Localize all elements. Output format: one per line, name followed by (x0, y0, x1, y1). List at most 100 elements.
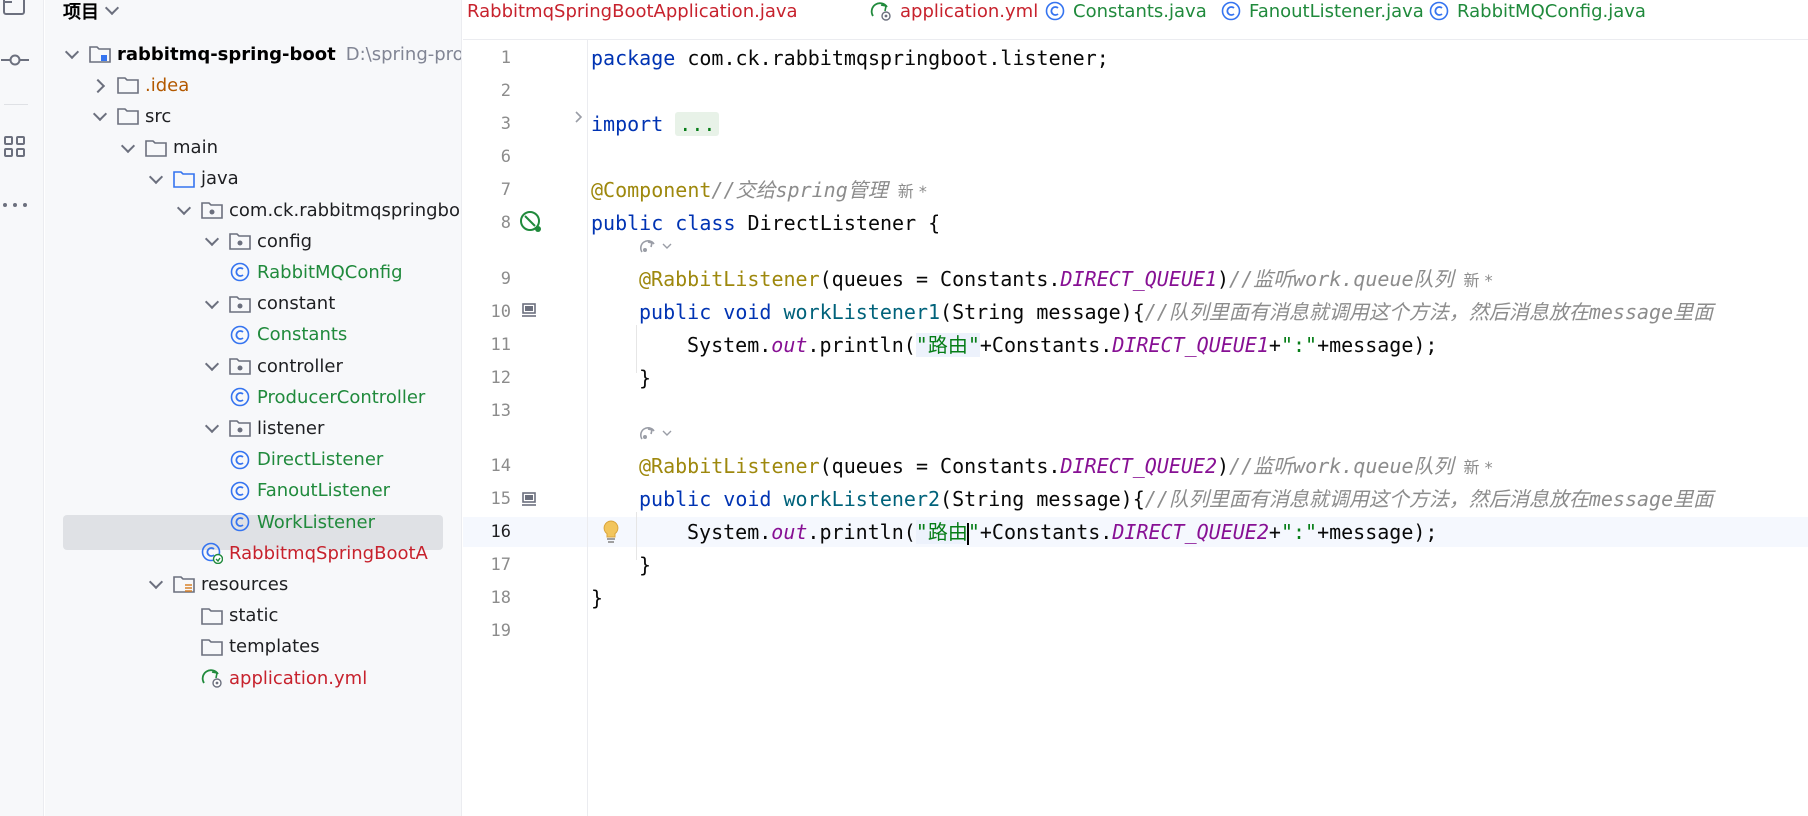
constant: DIRECT_QUEUE2 (1112, 520, 1269, 544)
line-number: 16 (490, 522, 511, 542)
code-text: System. (687, 333, 772, 357)
chevron-down-icon[interactable] (104, 0, 120, 16)
spring-boot-class-icon (201, 542, 223, 565)
editor-tab[interactable]: Constants.java (1045, 0, 1207, 22)
spring-inlay-hint[interactable] (638, 425, 672, 443)
code-line[interactable]: @RabbitListener(queues = Constants.DIREC… (639, 452, 1493, 480)
tree-item-label: WorkListener (257, 511, 376, 533)
chevron-down-icon[interactable] (149, 172, 163, 186)
constant: DIRECT_QUEUE1 (1112, 333, 1269, 357)
more-tools-icon[interactable] (0, 190, 30, 220)
keyword: public void (639, 487, 772, 511)
spring-bean-icon[interactable] (519, 210, 543, 234)
package-icon (201, 199, 223, 221)
gutter-separator (587, 40, 588, 816)
code-text: com.ck.rabbitmqspringboot.listener; (675, 46, 1109, 70)
line-number: 7 (500, 180, 511, 200)
spring-inlay-hint[interactable] (638, 238, 672, 256)
code-line[interactable]: import ... (591, 110, 720, 138)
project-view-icon[interactable] (0, 0, 30, 22)
tree-item[interactable]: application.yml (177, 660, 367, 696)
folder-icon (145, 137, 167, 159)
chevron-down-icon[interactable] (205, 359, 219, 373)
code-text: } (639, 366, 652, 390)
activity-divider (4, 104, 28, 105)
line-number: 19 (490, 621, 511, 641)
class-icon (229, 480, 251, 502)
chevron-down-icon[interactable] (65, 47, 79, 61)
line-number: 3 (500, 114, 511, 134)
code-line[interactable]: System.out.println("路由"+Constants.DIRECT… (687, 331, 1437, 359)
code-line[interactable]: package com.ck.rabbitmqspringboot.listen… (591, 44, 1109, 72)
fold-chevron-icon[interactable] (572, 110, 586, 124)
project-panel-header[interactable]: 项目 (63, 0, 120, 23)
activity-bar (0, 0, 44, 816)
field: out (771, 520, 808, 544)
editor-tab[interactable]: RabbitMQConfig.java (1429, 0, 1646, 22)
editor-tab-label: application.yml (900, 0, 1039, 22)
tree-item-label: DirectListener (257, 449, 384, 471)
chevron-down-icon[interactable] (149, 577, 163, 591)
tree-item-label: controller (257, 355, 343, 377)
code-text: +message); (1317, 520, 1438, 544)
line-number: 1 (500, 48, 511, 68)
class-icon (229, 511, 251, 533)
lightbulb-icon[interactable] (600, 519, 622, 545)
line-number: 9 (500, 269, 511, 289)
editor-tab[interactable]: FanoutListener.java (1221, 0, 1424, 22)
code-text: } (591, 586, 604, 610)
code-text: DirectListener { (735, 211, 941, 235)
chevron-down-icon[interactable] (205, 421, 219, 435)
tree-item-label: listener (257, 417, 325, 439)
code-line[interactable]: } (591, 584, 603, 612)
project-path: D:\spring-proje (345, 43, 462, 65)
chevron-down-icon[interactable] (205, 234, 219, 248)
code-line-current[interactable]: System.out.println("路由"+Constants.DIRECT… (687, 518, 1437, 546)
chevron-down-icon[interactable] (205, 297, 219, 311)
listener-method-icon[interactable] (520, 301, 538, 319)
code-line[interactable]: } (639, 364, 651, 392)
chevron-right-icon[interactable] (93, 78, 107, 92)
method-name: workListener2 (783, 487, 941, 511)
editor-tab-label: FanoutListener.java (1249, 0, 1424, 22)
class-icon (229, 449, 251, 471)
annotation: @RabbitListener (639, 454, 820, 478)
class-icon (1045, 1, 1065, 21)
line-number: 14 (490, 456, 511, 476)
commit-icon[interactable] (0, 45, 30, 75)
listener-method-icon[interactable] (520, 490, 538, 508)
structure-icon[interactable] (0, 132, 30, 162)
author-hint[interactable]: 新 * (898, 182, 927, 201)
tree-item-label: .idea (145, 74, 190, 96)
code-line[interactable]: } (639, 551, 651, 579)
code-text: (queues = Constants. (819, 267, 1061, 291)
package-icon (229, 293, 251, 315)
chevron-down-icon[interactable] (121, 141, 135, 155)
line-number: 8 (500, 213, 511, 233)
tree-item-label: FanoutListener (257, 480, 391, 502)
code-line[interactable]: public void workListener2(String message… (639, 485, 1713, 513)
folded-imports[interactable]: ... (675, 112, 720, 136)
code-line[interactable]: public class DirectListener { (591, 209, 940, 237)
line-number: 6 (500, 147, 511, 167)
code-line[interactable]: public void workListener1(String message… (639, 298, 1713, 326)
chevron-down-icon[interactable] (93, 109, 107, 123)
line-number: 15 (490, 489, 511, 509)
editor-tab-label: RabbitmqSpringBootApplication.java (467, 0, 798, 22)
author-hint[interactable]: 新 * (1464, 458, 1493, 477)
editor-tab-label: Constants.java (1073, 0, 1207, 22)
code-line[interactable]: @RabbitListener(queues = Constants.DIREC… (639, 265, 1493, 293)
author-hint[interactable]: 新 * (1464, 271, 1493, 290)
code-text: (queues = Constants. (819, 454, 1061, 478)
method-name: workListener1 (783, 300, 941, 324)
tree-item-label: Constants (257, 324, 348, 346)
package-icon (229, 230, 251, 252)
field: out (771, 333, 808, 357)
editor-tab[interactable]: application.yml (870, 0, 1038, 22)
chevron-down-icon[interactable] (177, 203, 191, 217)
code-line[interactable]: @Component//交给spring管理新 * (591, 176, 927, 204)
string-literal: " (967, 520, 980, 544)
comment: //队列里面有消息就调用这个方法，然后消息放在message里面 (1144, 487, 1714, 511)
editor-tab[interactable]: RabbitmqSpringBootApplication.java (467, 0, 798, 22)
code-text: +message); (1317, 333, 1438, 357)
